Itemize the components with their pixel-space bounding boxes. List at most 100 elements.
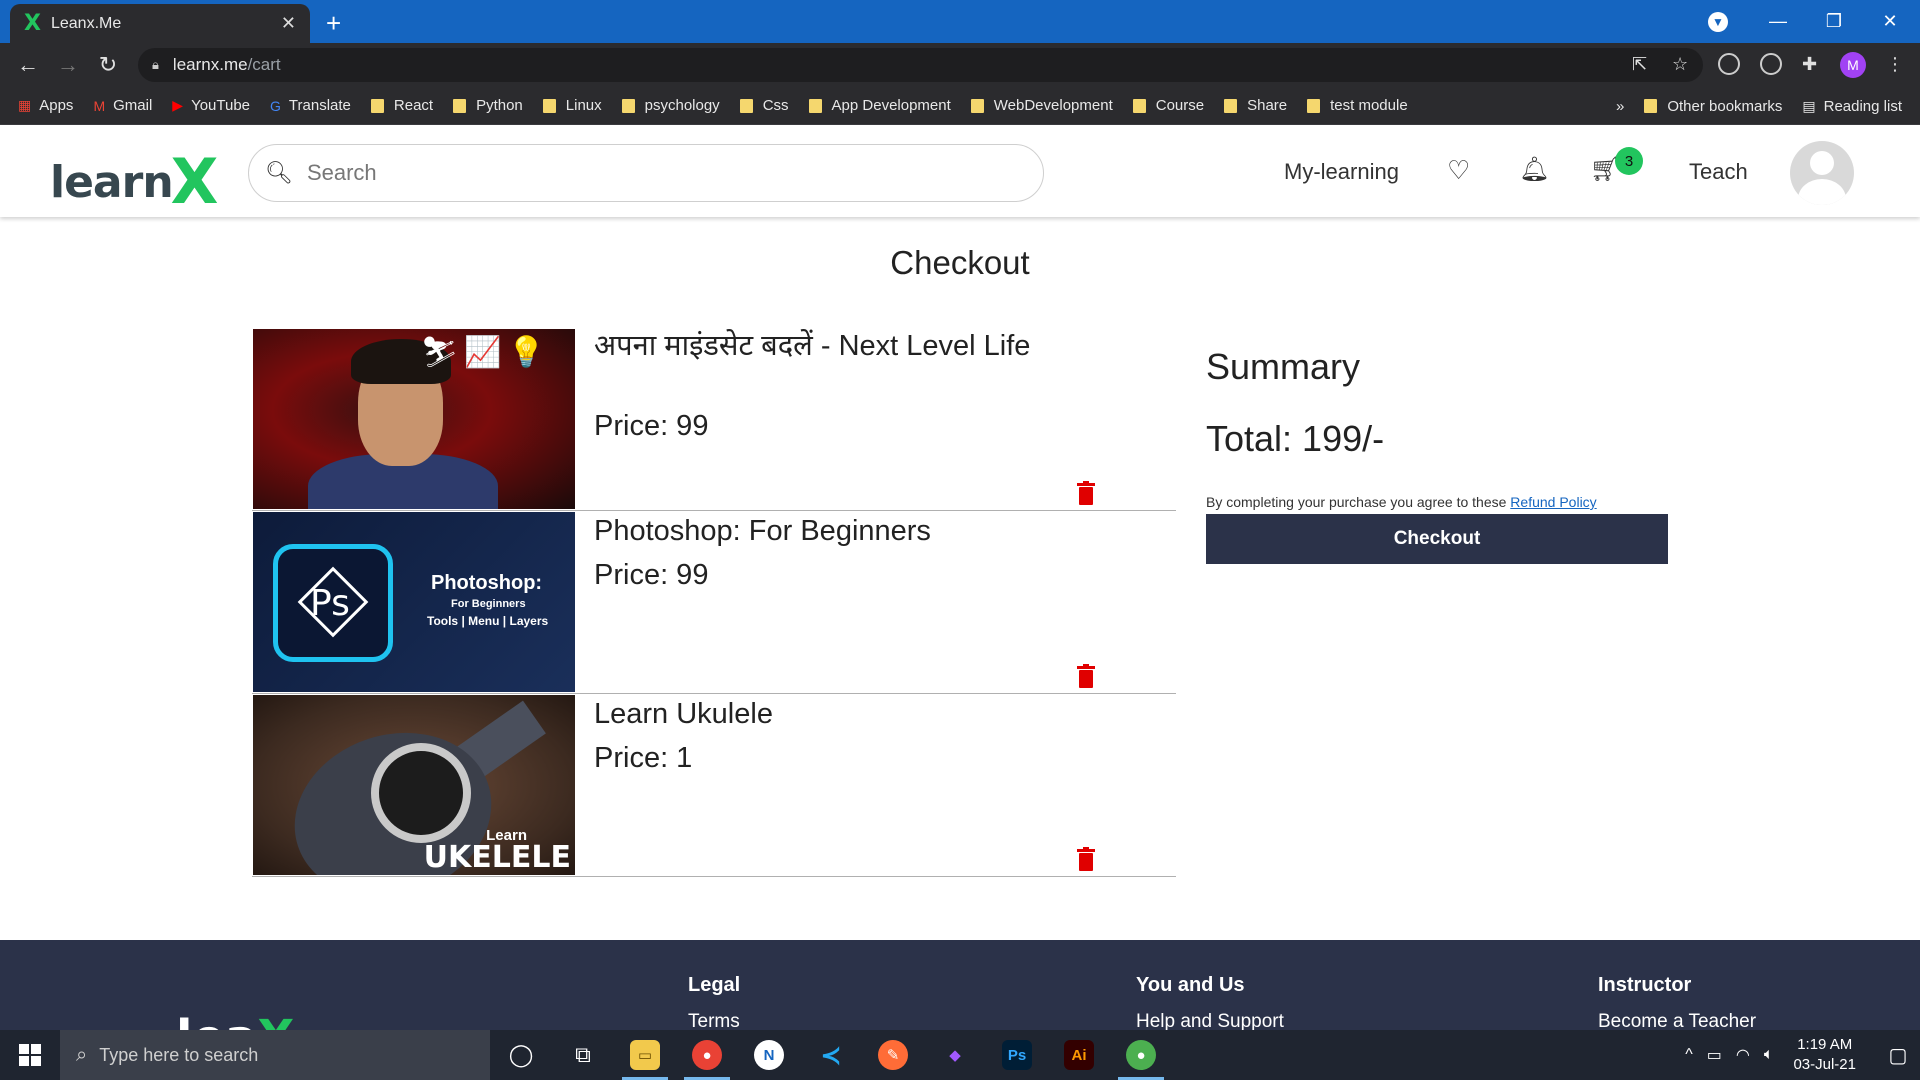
tray-chevron-icon[interactable]: ^ <box>1685 1046 1693 1064</box>
page-title: Checkout <box>890 244 1030 281</box>
extension-target-icon[interactable] <box>1760 53 1782 75</box>
bookmark-folder[interactable]: Python <box>453 97 523 114</box>
footer-link-terms[interactable]: Terms <box>688 1011 740 1030</box>
folder-icon <box>1644 99 1658 113</box>
taskbar-search[interactable]: ⌕ Type here to search <box>60 1030 490 1080</box>
photoshop-icon[interactable]: Ps <box>986 1030 1048 1080</box>
course-thumbnail[interactable]: Ps Photoshop: For Beginners Tools | Menu… <box>253 512 575 692</box>
chrome-secondary-icon[interactable]: ● <box>1110 1030 1172 1080</box>
tab-search-icon[interactable]: ▼ <box>1708 12 1728 32</box>
bookmark-star-icon[interactable]: ☆ <box>1672 54 1688 75</box>
bookmark-gmail[interactable]: M Gmail <box>93 97 152 114</box>
bookmark-youtube[interactable]: ▶ YouTube <box>172 97 250 114</box>
teach-link[interactable]: Teach <box>1689 159 1748 185</box>
open-in-app-icon[interactable]: ⇱ <box>1632 54 1647 75</box>
battery-icon[interactable]: ▭ <box>1707 1045 1722 1065</box>
browser-menu-icon[interactable]: ⋮ <box>1886 54 1904 75</box>
other-bookmarks[interactable]: Other bookmarks <box>1644 98 1782 115</box>
vscode-icon[interactable]: ≺ <box>800 1030 862 1080</box>
course-title[interactable]: Photoshop: For Beginners <box>594 513 1034 549</box>
bookmark-folder[interactable]: App Development <box>808 97 951 114</box>
course-price: Price: 99 <box>594 559 709 591</box>
profile-avatar[interactable]: M <box>1840 52 1866 78</box>
url-host: learnx.me <box>172 55 248 74</box>
tab-title: Leanx.Me <box>50 14 122 32</box>
address-bar[interactable]: 🔒︎ learnx.me/cart <box>138 48 1703 82</box>
restore-button[interactable]: ❐ <box>1806 0 1862 43</box>
bookmark-folder[interactable]: Course <box>1132 97 1204 114</box>
course-title[interactable]: Learn Ukulele <box>594 696 1034 732</box>
reading-list[interactable]: ▤ Reading list <box>1802 98 1902 115</box>
search-bar: 🔍︎ <box>248 144 1044 202</box>
bookmark-folder[interactable]: test module <box>1307 97 1408 114</box>
bookmarks-bar: ▦ Apps M Gmail ▶ YouTube G Translate React P… <box>0 87 1920 125</box>
file-explorer-icon[interactable]: ▭ <box>614 1030 676 1080</box>
folder-icon <box>1224 98 1238 113</box>
folder-icon <box>739 98 753 113</box>
folder-icon <box>621 98 635 113</box>
site-header: learnX 🔍︎ My-learning ♡ 🔔︎ 🛒︎ 3 Teach <box>0 125 1920 218</box>
tab-close-icon[interactable]: ✕ <box>281 13 296 34</box>
bookmark-folder[interactable]: Css <box>739 97 789 114</box>
reload-icon[interactable]: ↻ <box>94 51 122 79</box>
extensions-puzzle-icon[interactable]: ✚ <box>1802 54 1817 75</box>
footer-column-you-and-us: You and Us Help and Support <box>1136 974 1284 1030</box>
notification-bell-icon[interactable]: 🔔︎ <box>1519 155 1549 184</box>
cortana-icon[interactable]: ◯ <box>490 1030 552 1080</box>
delete-trash-icon[interactable] <box>1077 664 1095 688</box>
checkout-button[interactable]: Checkout <box>1206 514 1668 564</box>
delete-trash-icon[interactable] <box>1077 481 1095 505</box>
course-price: Price: 99 <box>594 410 709 442</box>
course-price: Price: 1 <box>594 742 693 774</box>
edge-icon[interactable]: N <box>738 1030 800 1080</box>
folder-icon <box>1307 98 1321 113</box>
course-thumbnail[interactable]: ⛷📈💡 <box>253 329 575 509</box>
user-avatar[interactable] <box>1790 141 1854 205</box>
wishlist-heart-icon[interactable]: ♡ <box>1447 155 1470 186</box>
folder-icon <box>370 98 384 113</box>
bookmark-folder[interactable]: WebDevelopment <box>970 97 1113 114</box>
wifi-icon[interactable]: ◠ <box>1736 1045 1750 1065</box>
refund-policy-link[interactable]: Refund Policy <box>1510 494 1596 510</box>
footer-heading: Instructor <box>1598 974 1692 996</box>
new-tab-button[interactable]: + <box>326 8 341 39</box>
close-window-button[interactable]: ✕ <box>1862 0 1918 43</box>
summary-total: Total: 199/- <box>1206 418 1385 459</box>
back-arrow-icon[interactable]: ← <box>14 51 42 79</box>
volume-muted-icon[interactable]: 🔈︎ <box>1764 1046 1774 1064</box>
bookmark-folder[interactable]: React <box>370 97 433 114</box>
extension-circle-icon[interactable] <box>1718 53 1740 75</box>
folder-icon <box>970 98 984 113</box>
bookmark-folder[interactable]: Linux <box>542 97 602 114</box>
bookmarks-overflow-button[interactable]: » <box>1616 98 1624 115</box>
browser-tab[interactable]: X Leanx.Me ✕ <box>10 4 310 43</box>
bookmark-translate[interactable]: G Translate <box>270 97 351 114</box>
footer-link-help[interactable]: Help and Support <box>1136 1011 1284 1030</box>
taskbar-clock[interactable]: 1:19 AM 03-Jul-21 <box>1793 1035 1856 1075</box>
apps-grid-icon: ▦ <box>18 97 32 113</box>
site-favicon-icon: X <box>24 11 41 36</box>
forward-arrow-icon[interactable]: → <box>54 51 82 79</box>
minimize-button[interactable]: — <box>1750 0 1806 43</box>
start-button[interactable] <box>0 1030 60 1080</box>
task-view-icon[interactable]: ⧉ <box>552 1030 614 1080</box>
taskbar-search-icon: ⌕ <box>76 1043 88 1066</box>
notification-center-icon[interactable]: ▢ <box>1876 1043 1920 1068</box>
footer-link-become-teacher[interactable]: Become a Teacher <box>1598 1011 1756 1030</box>
delete-trash-icon[interactable] <box>1077 847 1095 871</box>
reading-list-icon: ▤ <box>1802 97 1816 114</box>
search-input[interactable] <box>306 160 1007 186</box>
bookmark-folder[interactable]: psychology <box>621 97 720 114</box>
illustrator-icon[interactable]: Ai <box>1048 1030 1110 1080</box>
postman-icon[interactable]: ✎ <box>862 1030 924 1080</box>
course-title[interactable]: अपना माइंडसेट बदलें - Next Level Life <box>594 328 1034 364</box>
figma-icon[interactable]: ◆ <box>924 1030 986 1080</box>
course-thumbnail[interactable]: Learn UKELELE <box>253 695 575 875</box>
bookmark-apps[interactable]: ▦ Apps <box>18 97 73 114</box>
chrome-icon[interactable]: ● <box>676 1030 738 1080</box>
bookmark-folder[interactable]: Share <box>1224 97 1287 114</box>
cart-count-badge: 3 <box>1615 147 1643 175</box>
avatar-body <box>1798 179 1846 205</box>
site-logo[interactable]: learnX <box>50 139 218 218</box>
my-learning-link[interactable]: My-learning <box>1284 159 1399 185</box>
